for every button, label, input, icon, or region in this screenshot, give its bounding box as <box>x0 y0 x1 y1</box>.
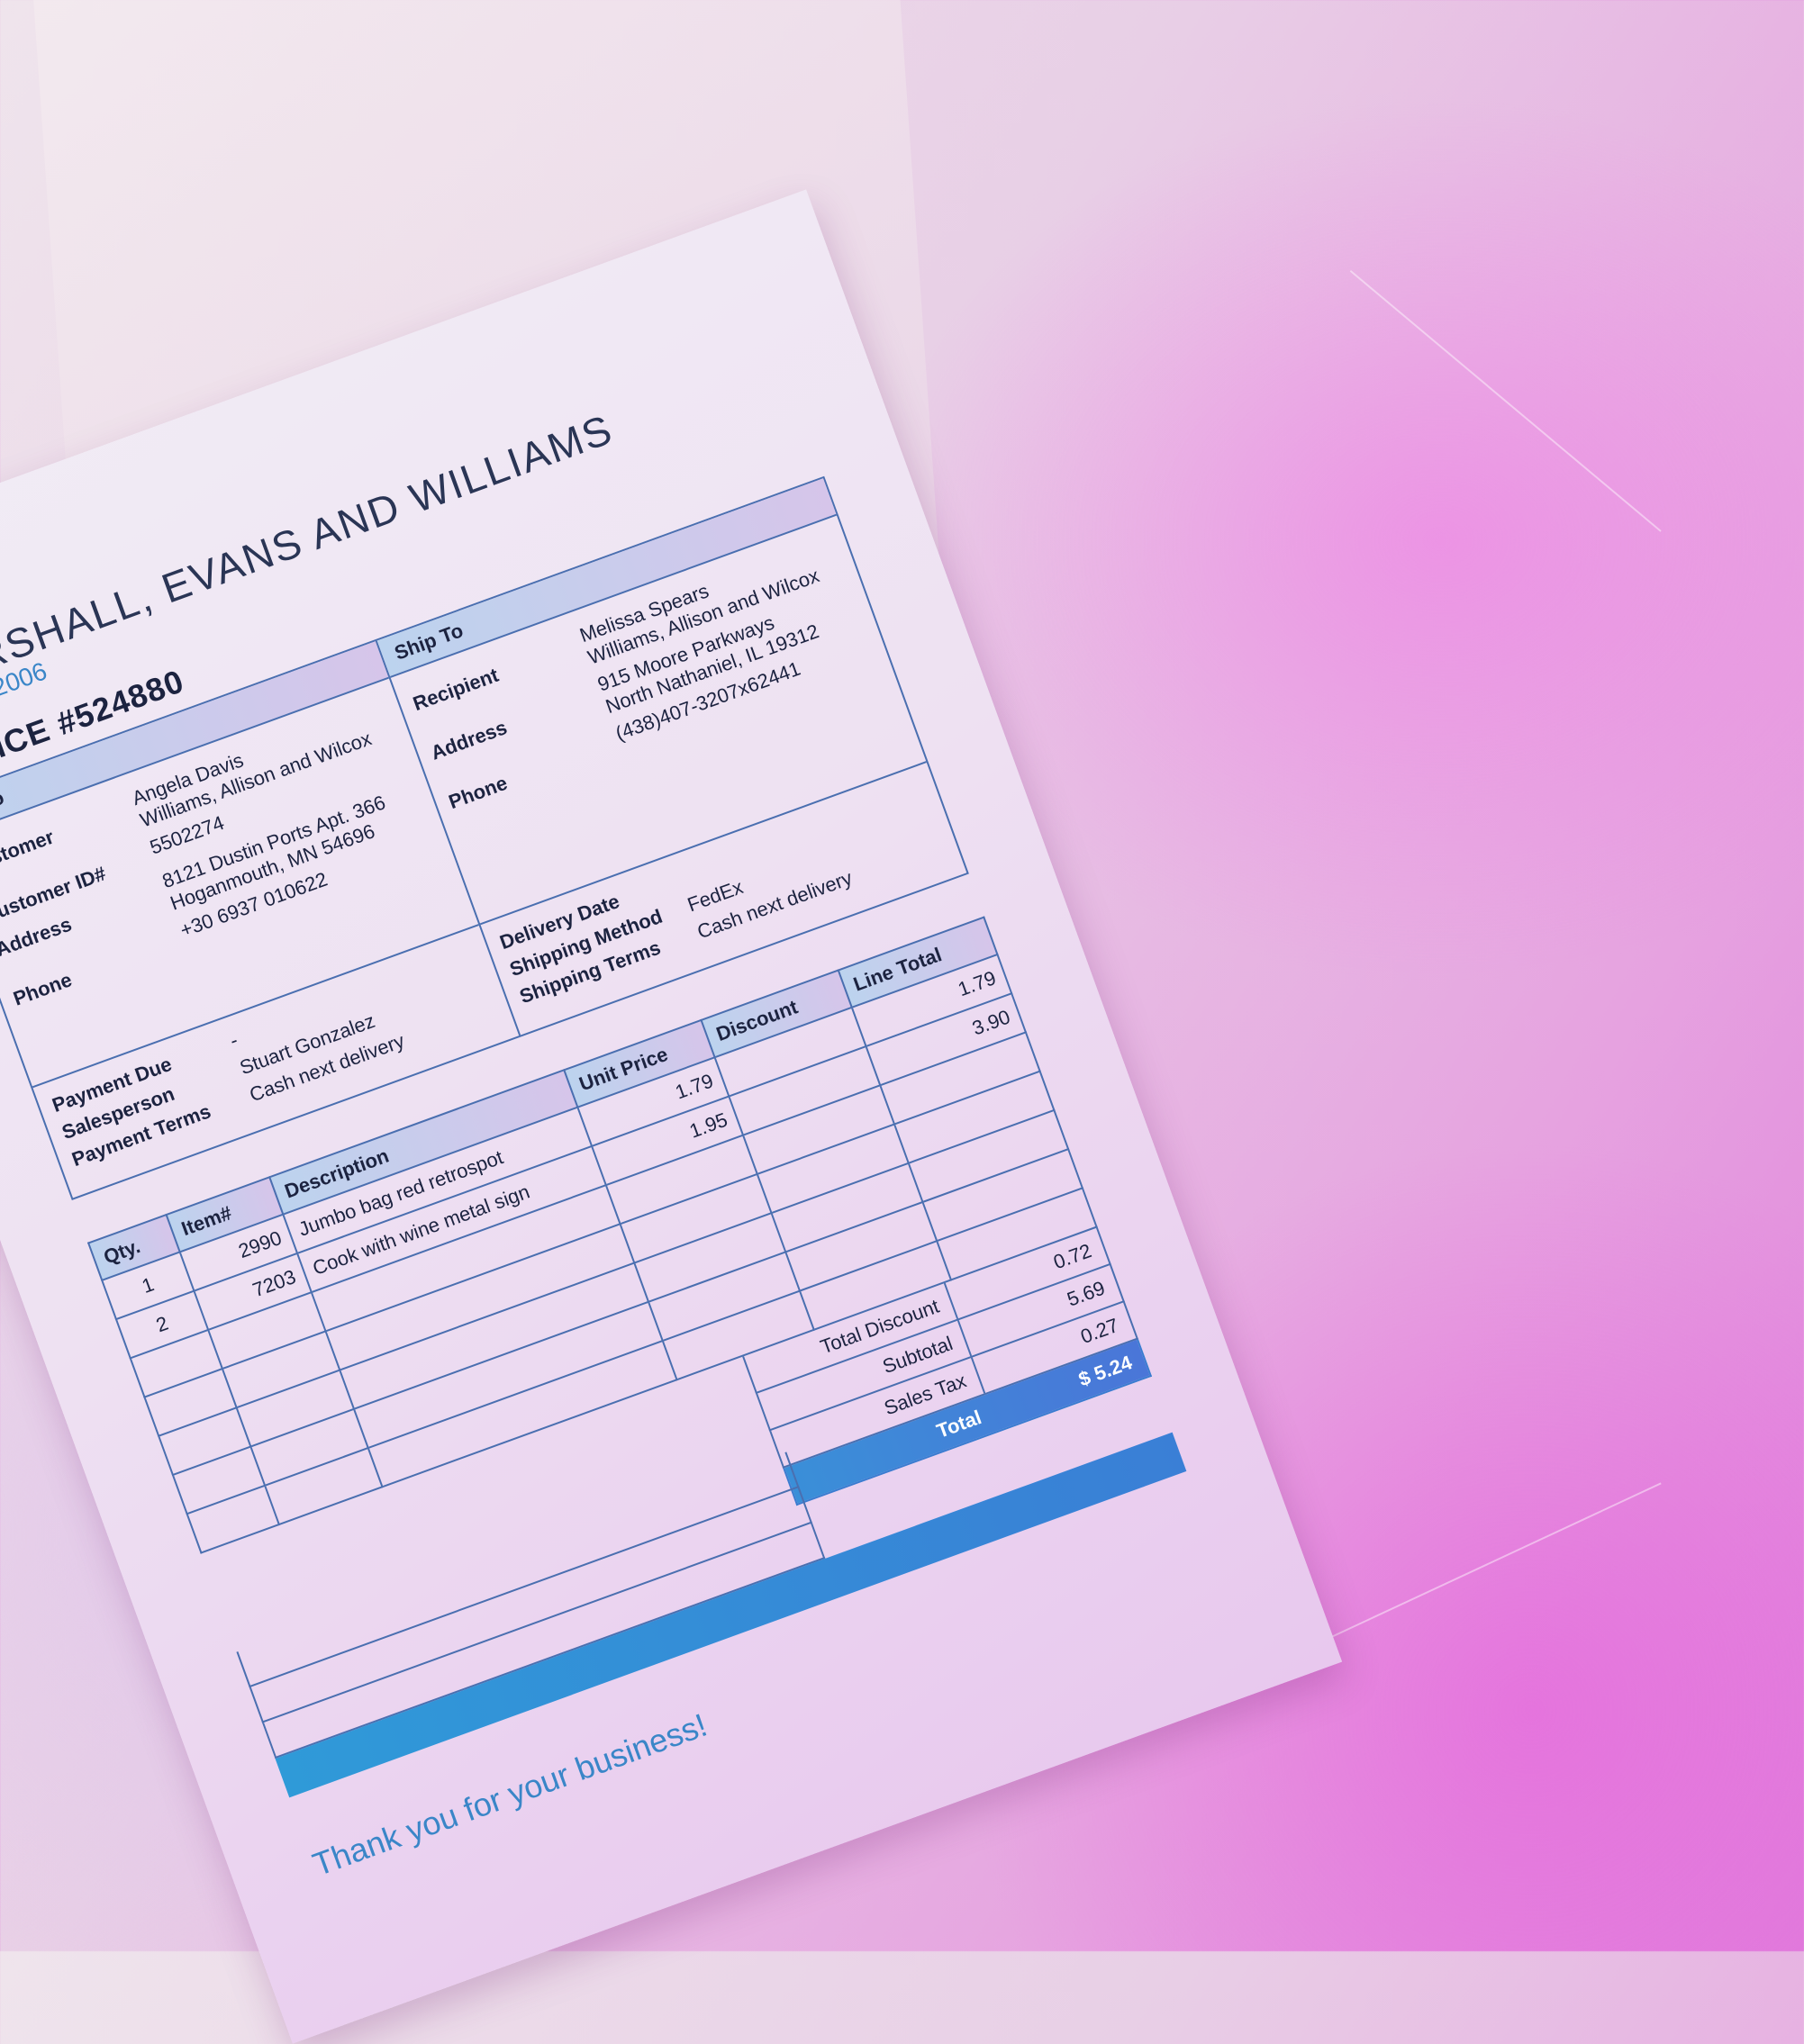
invoice-content: MARSHALL, EVANS AND WILLIAMS 12/06/2006 … <box>0 344 1218 1884</box>
invoice-paper: MARSHALL, EVANS AND WILLIAMS 12/06/2006 … <box>0 189 1343 2044</box>
background-crease <box>1349 270 1662 532</box>
